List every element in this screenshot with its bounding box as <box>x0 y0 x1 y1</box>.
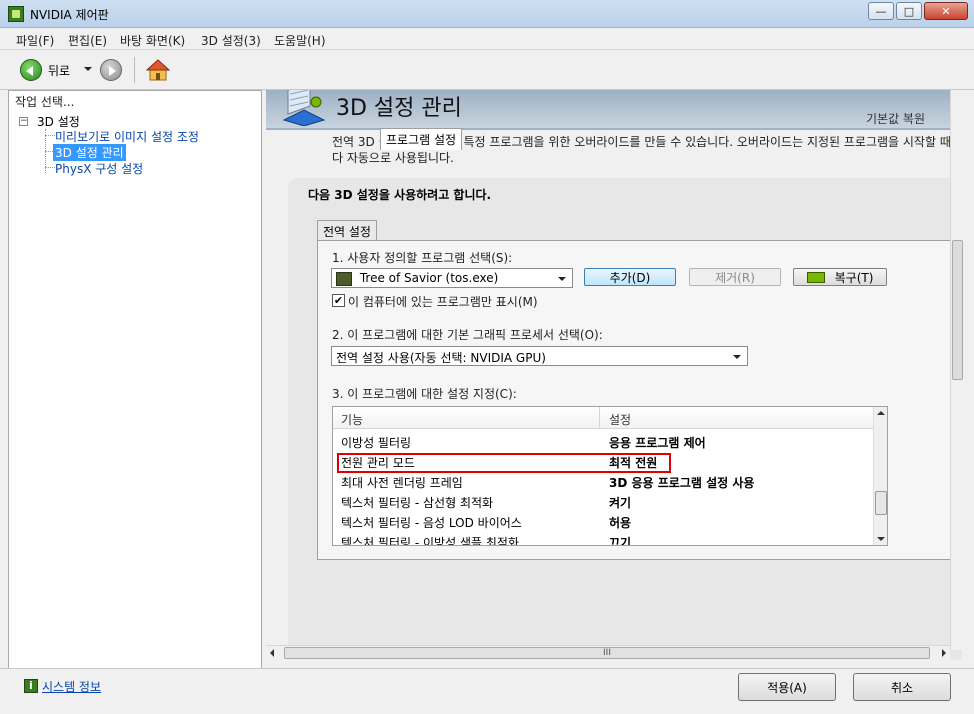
remove-program-button[interactable]: 제거(R) <box>689 268 781 286</box>
chevron-down-icon <box>733 355 741 359</box>
settings-group-title: 다음 3D 설정을 사용하려고 합니다. <box>308 188 492 202</box>
nvidia-app-icon <box>8 6 24 22</box>
content-vertical-scroll-thumb[interactable] <box>952 240 963 380</box>
tree-collapse-icon[interactable]: − <box>19 117 28 126</box>
tree-line <box>45 135 55 136</box>
task-selection-pane: 작업 선택... − 3D 설정 미리보기로 이미지 설정 조정 3D 설정 관… <box>8 90 262 670</box>
scroll-up-icon[interactable] <box>877 411 885 415</box>
close-button[interactable]: ✕ <box>924 2 968 20</box>
page-banner: 3D 설정 관리 기본값 복원 <box>266 90 962 128</box>
minimize-button[interactable]: — <box>868 2 894 20</box>
apply-button[interactable]: 적용(A) <box>738 673 836 701</box>
settings-list-scrollbar[interactable] <box>873 407 887 545</box>
program-select[interactable]: Tree of Savior (tos.exe) <box>331 268 573 288</box>
back-history-dropdown-icon[interactable] <box>84 67 92 71</box>
tree-line <box>45 167 55 168</box>
table-row[interactable]: 텍스처 필터링 - 삼선형 최적화 켜기 <box>333 491 873 511</box>
toolbar-separator <box>134 57 135 83</box>
row-value: 3D 응용 프로그램 설정 사용 <box>609 476 755 490</box>
system-info-link[interactable]: 시스템 정보 <box>42 678 101 695</box>
program-select-value: Tree of Savior (tos.exe) <box>359 271 499 285</box>
step2-label: 2. 이 프로그램에 대한 기본 그래픽 프로세서 선택(O): <box>332 328 603 342</box>
system-info-icon <box>24 679 38 693</box>
row-feature: 최대 사전 렌더링 프레임 <box>341 476 463 490</box>
row-value: 켜기 <box>609 496 632 510</box>
restore-program-button-label: 복구(T) <box>834 270 874 285</box>
settings-list-header: 기능 설정 <box>333 407 873 429</box>
settings-list-scroll-thumb[interactable] <box>875 491 887 515</box>
step1-label: 1. 사용자 정의할 프로그램 선택(S): <box>332 251 513 265</box>
row-value: 응용 프로그램 제어 <box>609 436 706 450</box>
task-selection-header: 작업 선택... <box>15 95 75 109</box>
tree-node-physx-settings[interactable]: PhysX 구성 설정 <box>55 160 143 177</box>
menu-bar: 파일(F) 편집(E) 바탕 화면(K) 3D 설정(3) 도움말(H) <box>0 28 974 50</box>
add-program-button[interactable]: 추가(D) <box>584 268 676 286</box>
banner-divider <box>266 128 962 130</box>
menu-3d-settings[interactable]: 3D 설정(3) <box>201 32 261 49</box>
chevron-down-icon <box>558 277 566 281</box>
gpu-select-value: 전역 설정 사용(자동 선택: NVIDIA GPU) <box>336 351 546 365</box>
page-title: 3D 설정 관리 <box>336 96 462 121</box>
tree-node-manage-3d-settings[interactable]: 3D 설정 관리 <box>53 144 126 161</box>
table-row[interactable]: 텍스처 필터링 - 음성 LOD 바이어스 허용 <box>333 511 873 531</box>
settings-list: 기능 설정 이방성 필터링 응용 프로그램 제어 전원 관리 모드 최적 전원 … <box>332 406 888 546</box>
menu-edit[interactable]: 편집(E) <box>68 32 107 49</box>
row-feature: 텍스처 필터링 - 삼선형 최적화 <box>341 496 494 510</box>
maximize-button[interactable]: □ <box>896 2 922 20</box>
menu-desktop[interactable]: 바탕 화면(K) <box>120 32 185 49</box>
cancel-button[interactable]: 취소 <box>853 673 951 701</box>
restore-program-button[interactable]: 복구(T) <box>793 268 887 286</box>
show-installed-only-checkbox[interactable]: ✔ <box>332 294 345 307</box>
row-feature: 텍스처 필터링 - 음성 LOD 바이어스 <box>341 516 522 530</box>
tree-node-image-settings-preview[interactable]: 미리보기로 이미지 설정 조정 <box>55 128 199 145</box>
nvidia-logo-icon <box>806 271 825 283</box>
scroll-left-icon[interactable] <box>270 649 274 657</box>
forward-arrow-icon[interactable] <box>100 59 122 81</box>
scroll-down-icon[interactable] <box>877 537 885 541</box>
3d-settings-icon <box>282 90 326 126</box>
content-horizontal-scrollbar[interactable]: III <box>266 645 950 660</box>
table-row[interactable]: 최대 사전 렌더링 프레임 3D 응용 프로그램 설정 사용 <box>333 471 873 491</box>
tab-global-settings[interactable]: 전역 설정 <box>317 220 377 240</box>
toolbar: 뒤로 <box>0 50 974 90</box>
window-title: NVIDIA 제어판 <box>30 8 109 22</box>
home-icon[interactable] <box>146 58 170 82</box>
show-installed-only-label: 이 컴퓨터에 있는 프로그램만 표시(M) <box>348 295 538 309</box>
gpu-select[interactable]: 전역 설정 사용(자동 선택: NVIDIA GPU) <box>331 346 748 366</box>
step3-label: 3. 이 프로그램에 대한 설정 지정(C): <box>332 387 517 401</box>
title-bar: NVIDIA 제어판 — □ ✕ <box>0 0 974 28</box>
program-icon <box>336 271 352 286</box>
highlight-annotation-box <box>337 453 671 473</box>
back-arrow-icon[interactable] <box>20 59 42 81</box>
menu-help[interactable]: 도움말(H) <box>274 32 326 49</box>
table-row[interactable]: 이방성 필터링 응용 프로그램 제어 <box>333 431 873 451</box>
back-button-label[interactable]: 뒤로 <box>48 62 70 79</box>
content-horizontal-scroll-thumb[interactable]: III <box>284 647 930 659</box>
column-separator[interactable] <box>599 407 600 429</box>
row-feature: 이방성 필터링 <box>341 436 412 450</box>
row-feature: 텍스처 필터링 - 이방성 샘플 최적화 <box>341 536 519 546</box>
row-value: 허용 <box>609 516 632 530</box>
table-row[interactable]: 텍스처 필터링 - 이방성 샘플 최적화 끄기 <box>333 531 873 546</box>
menu-file[interactable]: 파일(F) <box>16 32 54 49</box>
scroll-right-icon[interactable] <box>942 649 946 657</box>
column-setting[interactable]: 설정 <box>609 411 631 428</box>
content-vertical-scrollbar[interactable] <box>950 90 964 650</box>
row-value: 끄기 <box>609 536 632 546</box>
restore-defaults-link[interactable]: 기본값 복원 <box>866 110 925 127</box>
column-feature[interactable]: 기능 <box>341 411 363 428</box>
tab-program-settings[interactable]: 프로그램 설정 <box>380 128 463 150</box>
